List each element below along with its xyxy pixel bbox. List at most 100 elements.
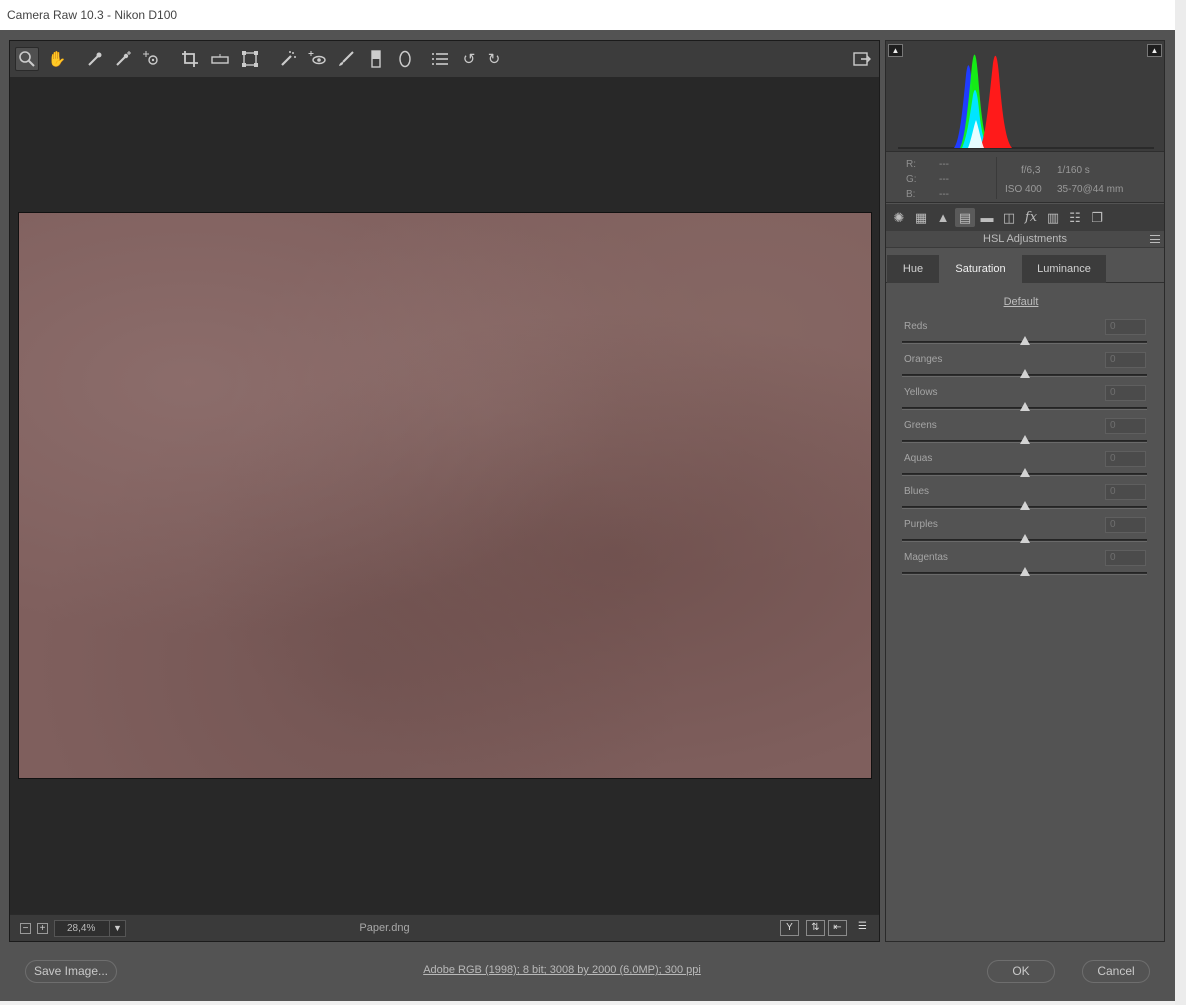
b-label: B:: [906, 189, 916, 200]
targeted-adjustment-tool[interactable]: [140, 47, 164, 71]
lens-icon: ◫: [1002, 209, 1016, 225]
rotate-ccw-icon: ↺: [462, 50, 476, 68]
slider-thumb[interactable]: [1019, 402, 1030, 411]
slider-value-input[interactable]: 0: [1105, 550, 1146, 566]
lens: 35-70@44 mm: [1057, 184, 1124, 195]
slider-label: Oranges: [904, 354, 943, 365]
zoom-tool[interactable]: [15, 47, 39, 71]
tab-luminance[interactable]: Luminance: [1022, 255, 1106, 283]
slider-label: Greens: [904, 420, 937, 431]
tab-basic[interactable]: ✺: [889, 208, 909, 227]
slider-oranges: Oranges 0: [902, 352, 1147, 387]
brush-icon: [339, 51, 354, 66]
graduated-filter-tool[interactable]: [364, 47, 388, 71]
slider-value-input[interactable]: 0: [1105, 451, 1146, 467]
slider-thumb[interactable]: [1019, 369, 1030, 378]
white-balance-tool[interactable]: [83, 47, 107, 71]
slider-value-input[interactable]: 0: [1105, 352, 1146, 368]
rotate-left-button[interactable]: ↺: [457, 47, 481, 71]
swap-icon: ⇅: [811, 922, 820, 933]
crop-icon: [182, 51, 198, 67]
tab-camera-calibration[interactable]: ▥: [1043, 208, 1063, 227]
before-after-toggle-button[interactable]: Y: [780, 920, 799, 936]
slider-thumb[interactable]: [1019, 501, 1030, 510]
toggle-settings-button[interactable]: ☰: [853, 920, 872, 936]
hand-tool[interactable]: ✋: [45, 47, 69, 71]
spot-removal-tool[interactable]: [276, 47, 300, 71]
cancel-button[interactable]: Cancel: [1082, 960, 1150, 983]
tab-hsl[interactable]: ▤: [955, 208, 975, 227]
window-bottom-edge: [0, 1001, 1175, 1005]
color-sampler-tool[interactable]: [111, 47, 135, 71]
g-value: ---: [939, 174, 949, 185]
slider-thumb[interactable]: [1019, 336, 1030, 345]
slider-blues: Blues 0: [902, 484, 1147, 519]
tab-snapshots[interactable]: ❐: [1087, 208, 1107, 227]
background-window-strip: [1175, 0, 1186, 1005]
slider-value-input[interactable]: 0: [1105, 319, 1146, 335]
slider-reds: Reds 0: [902, 319, 1147, 354]
copy-arrow-icon: ⇤: [833, 922, 842, 933]
tab-tone-curve[interactable]: ▦: [911, 208, 931, 227]
slider-value-input[interactable]: 0: [1105, 517, 1146, 533]
slider-value-input[interactable]: 0: [1105, 385, 1146, 401]
slider-label: Blues: [904, 486, 930, 497]
window-title: Camera Raw 10.3 - Nikon D100: [0, 0, 1175, 30]
r-label: R:: [906, 159, 916, 170]
slider-thumb[interactable]: [1019, 534, 1030, 543]
tab-hue[interactable]: Hue: [887, 255, 939, 283]
slider-greens: Greens 0: [902, 418, 1147, 453]
dialog-footer: Save Image... Adobe RGB (1998); 8 bit; 3…: [0, 945, 1175, 1005]
aperture-icon: ✺: [893, 209, 905, 225]
slider-aquas: Aquas 0: [902, 451, 1147, 486]
panel-menu-icon[interactable]: [1150, 235, 1160, 243]
target-icon: [143, 51, 158, 65]
ok-button[interactable]: OK: [987, 960, 1055, 983]
copy-after-to-before-button[interactable]: ⇤: [828, 920, 847, 936]
snapshots-icon: ❐: [1091, 209, 1103, 225]
slider-thumb[interactable]: [1019, 435, 1030, 444]
slider-label: Reds: [904, 321, 928, 332]
image-preview[interactable]: [18, 212, 872, 779]
slider-label: Aquas: [904, 453, 933, 464]
tab-effects[interactable]: fx: [1021, 208, 1041, 227]
adjustment-brush-tool[interactable]: [334, 47, 358, 71]
slider-value-input[interactable]: 0: [1105, 484, 1146, 500]
tab-lens-corrections[interactable]: ◫: [999, 208, 1019, 227]
radial-filter-tool[interactable]: [393, 47, 417, 71]
sliders-icon: ☰: [858, 921, 867, 932]
preferences-button[interactable]: [428, 47, 452, 71]
slider-thumb[interactable]: [1019, 567, 1030, 576]
tab-split-toning[interactable]: ▬: [977, 208, 997, 227]
rotate-right-button[interactable]: ↻: [482, 47, 506, 71]
fullscreen-toggle-button[interactable]: [850, 47, 874, 71]
r-value: ---: [939, 159, 949, 170]
default-link[interactable]: Default: [886, 296, 1156, 308]
workflow-options-link[interactable]: Adobe RGB (1998); 8 bit; 3008 by 2000 (6…: [0, 964, 1124, 976]
swap-before-after-button[interactable]: ⇅: [806, 920, 825, 936]
before-after-y-icon: Y: [786, 922, 793, 933]
preview-panel: ✋ ↺ ↻ − + 28,4% ▼ Paper.dng Y ⇅ ⇤ ☰: [9, 40, 880, 942]
slider-yellows: Yellows 0: [902, 385, 1147, 420]
red-eye-tool[interactable]: [305, 47, 329, 71]
panel-title-text: HSL Adjustments: [983, 233, 1067, 245]
tab-detail[interactable]: ▲: [933, 208, 953, 227]
tab-saturation[interactable]: Saturation: [939, 255, 1022, 283]
crop-tool[interactable]: [178, 47, 202, 71]
rotate-cw-icon: ↻: [487, 50, 501, 68]
aperture: f/6,3: [1021, 165, 1041, 176]
slider-thumb[interactable]: [1019, 468, 1030, 477]
slider-value-input[interactable]: 0: [1105, 418, 1146, 434]
mountain-icon: ▲: [936, 210, 950, 225]
eye-icon: [308, 51, 326, 65]
adjustments-panel: ▲ ▲ R: --- G: --- B: --- f/6,3 1/160 s I…: [885, 40, 1165, 942]
spot-brush-icon: [281, 51, 296, 66]
fullscreen-toggle-icon: [853, 52, 871, 66]
slider-label: Magentas: [904, 552, 948, 563]
panel-title: HSL Adjustments: [886, 231, 1164, 248]
shutter-speed: 1/160 s: [1057, 165, 1090, 176]
tab-presets[interactable]: ☷: [1065, 208, 1085, 227]
panel-tab-bar: ✺ ▦ ▲ ▤ ▬ ◫ fx ▥ ☷ ❐: [886, 204, 1164, 231]
straighten-tool[interactable]: [208, 47, 232, 71]
transform-tool[interactable]: [238, 47, 262, 71]
